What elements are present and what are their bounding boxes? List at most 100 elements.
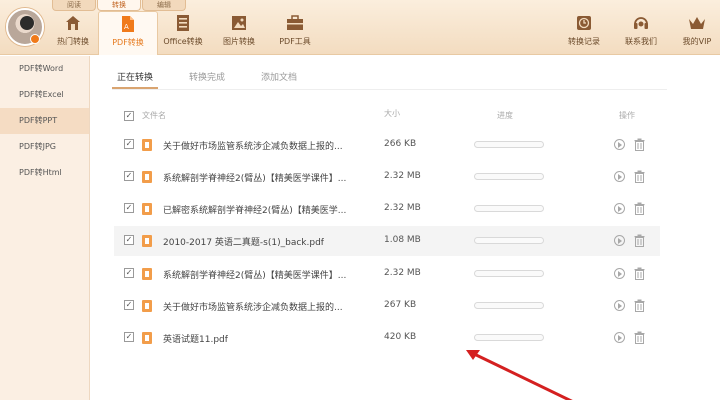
- nav-label: 图片转换: [223, 37, 255, 46]
- play-icon[interactable]: [614, 300, 625, 311]
- tab-read[interactable]: 阅读: [52, 0, 96, 11]
- office-convert-icon: [174, 14, 192, 32]
- svg-text:A: A: [124, 23, 129, 31]
- avatar-badge: [30, 34, 40, 44]
- sidebar-item-pdf-to-ppt[interactable]: PDF转PPT: [0, 108, 89, 134]
- row-checkbox[interactable]: ✓: [124, 139, 134, 149]
- table-row[interactable]: ✓ 2010-2017 英语二真题-s(1)_back.pdf 1.08 MB: [114, 226, 660, 256]
- file-name: 已解密系统解剖学脊神经2(臂丛)【精美医学...: [163, 206, 347, 216]
- progress-bar: [474, 237, 544, 244]
- trash-icon[interactable]: [634, 331, 645, 344]
- tab-converted[interactable]: 转换完成: [184, 68, 230, 89]
- row-checkbox[interactable]: ✓: [124, 235, 134, 245]
- play-icon[interactable]: [614, 139, 625, 150]
- row-checkbox[interactable]: ✓: [124, 332, 134, 342]
- sidebar-item-pdf-to-word[interactable]: PDF转Word: [0, 56, 89, 82]
- tab-add-document[interactable]: 添加文档: [256, 68, 302, 89]
- column-header-size: 大小: [384, 109, 400, 118]
- play-icon[interactable]: [614, 235, 625, 246]
- progress-bar: [474, 141, 544, 148]
- progress-bar: [474, 334, 544, 341]
- column-header-progress: 进度: [497, 111, 513, 120]
- play-icon[interactable]: [614, 203, 625, 214]
- clock-icon: [575, 14, 593, 32]
- trash-icon[interactable]: [634, 299, 645, 312]
- nav-label: PDF转换: [112, 38, 144, 47]
- trash-icon[interactable]: [634, 170, 645, 183]
- file-size: 266 KB: [384, 139, 417, 149]
- progress-bar: [474, 173, 544, 180]
- headset-icon: [632, 14, 650, 32]
- trash-icon[interactable]: [634, 267, 645, 280]
- progress-bar: [474, 270, 544, 277]
- nav-pdf-tools[interactable]: PDF工具: [265, 14, 325, 47]
- pdf-file-icon: [142, 235, 152, 247]
- file-size: 2.32 MB: [384, 268, 421, 278]
- content-tabs: 正在转换 转换完成 添加文档: [112, 68, 328, 89]
- nav-contact-us[interactable]: 联系我们: [611, 14, 671, 47]
- home-icon: [64, 14, 82, 32]
- pdf-file-icon: [142, 139, 152, 151]
- progress-bar: [474, 205, 544, 212]
- progress-bar: [474, 302, 544, 309]
- column-header-action: 操作: [619, 111, 635, 120]
- file-name: 2010-2017 英语二真题-s(1)_back.pdf: [163, 238, 324, 248]
- crown-icon: [688, 14, 706, 32]
- file-size: 420 KB: [384, 332, 417, 342]
- column-header-filename: 文件名: [142, 111, 166, 120]
- file-size: 2.32 MB: [384, 171, 421, 181]
- image-convert-icon: [230, 14, 248, 32]
- play-icon[interactable]: [614, 332, 625, 343]
- table-row[interactable]: ✓ 系统解剖学脊神经2(臂丛)【精美医学课件】... 2.32 MB: [114, 259, 660, 289]
- divider: [112, 89, 667, 90]
- sidebar-item-pdf-to-jpg[interactable]: PDF转JPG: [0, 134, 89, 160]
- nav-convert-history[interactable]: 转换记录: [554, 14, 614, 47]
- row-checkbox[interactable]: ✓: [124, 171, 134, 181]
- nav-office-convert[interactable]: Office转换: [153, 14, 213, 47]
- table-row[interactable]: ✓ 关于做好市场监管系统涉企减负数据上报的... 266 KB: [114, 130, 660, 160]
- row-checkbox[interactable]: ✓: [124, 203, 134, 213]
- nav-pdf-convert[interactable]: A PDF转换: [98, 11, 158, 55]
- nav-my-vip[interactable]: 我的VIP: [667, 14, 720, 47]
- toolbox-icon: [286, 14, 304, 32]
- select-all-checkbox[interactable]: ✓: [124, 111, 134, 121]
- trash-icon[interactable]: [634, 138, 645, 151]
- nav-label: 联系我们: [625, 37, 657, 46]
- file-size: 267 KB: [384, 300, 417, 310]
- table-row[interactable]: ✓ 系统解剖学脊神经2(臂丛)【精美医学课件】... 2.32 MB: [114, 162, 660, 192]
- row-checkbox[interactable]: ✓: [124, 268, 134, 278]
- file-name: 系统解剖学脊神经2(臂丛)【精美医学课件】...: [163, 174, 347, 184]
- file-name: 系统解剖学脊神经2(臂丛)【精美医学课件】...: [163, 271, 347, 281]
- table-row[interactable]: ✓ 已解密系统解剖学脊神经2(臂丛)【精美医学... 2.32 MB: [114, 194, 660, 224]
- sidebar-item-pdf-to-html[interactable]: PDF转Html: [0, 160, 89, 186]
- nav-hot-convert[interactable]: 热门转换: [43, 14, 103, 47]
- table-row[interactable]: ✓ 关于做好市场监管系统涉企减负数据上报的... 267 KB: [114, 291, 660, 321]
- trash-icon[interactable]: [634, 234, 645, 247]
- play-icon[interactable]: [614, 171, 625, 182]
- tab-convert[interactable]: 转换: [97, 0, 141, 11]
- file-size: 1.08 MB: [384, 235, 421, 245]
- table-row[interactable]: ✓ 英语试题11.pdf 420 KB: [114, 323, 660, 353]
- pdf-file-icon: [142, 332, 152, 344]
- file-name: 关于做好市场监管系统涉企减负数据上报的...: [163, 142, 343, 152]
- nav-label: 热门转换: [57, 37, 89, 46]
- file-name: 关于做好市场监管系统涉企减负数据上报的...: [163, 303, 343, 313]
- sidebar-item-pdf-to-excel[interactable]: PDF转Excel: [0, 82, 89, 108]
- file-name: 英语试题11.pdf: [163, 335, 228, 345]
- nav-image-convert[interactable]: 图片转换: [209, 14, 269, 47]
- tab-converting[interactable]: 正在转换: [112, 68, 159, 89]
- tab-edit[interactable]: 编辑: [142, 0, 186, 11]
- sidebar: PDF转Word PDF转Excel PDF转PPT PDF转JPG PDF转H…: [0, 56, 90, 400]
- trash-icon[interactable]: [634, 202, 645, 215]
- pdf-file-icon: [142, 203, 152, 215]
- pdf-file-icon: [142, 268, 152, 280]
- pdf-file-icon: [142, 300, 152, 312]
- nav-label: 转换记录: [568, 37, 600, 46]
- top-toolbar: 阅读 转换 编辑 热门转换 A PDF转换 Office转换 图片转换 PDF工…: [0, 0, 720, 55]
- file-size: 2.32 MB: [384, 203, 421, 213]
- mode-tabs: 阅读 转换 编辑: [52, 0, 187, 11]
- pdf-convert-icon: A: [119, 15, 137, 33]
- row-checkbox[interactable]: ✓: [124, 300, 134, 310]
- pdf-file-icon: [142, 171, 152, 183]
- play-icon[interactable]: [614, 268, 625, 279]
